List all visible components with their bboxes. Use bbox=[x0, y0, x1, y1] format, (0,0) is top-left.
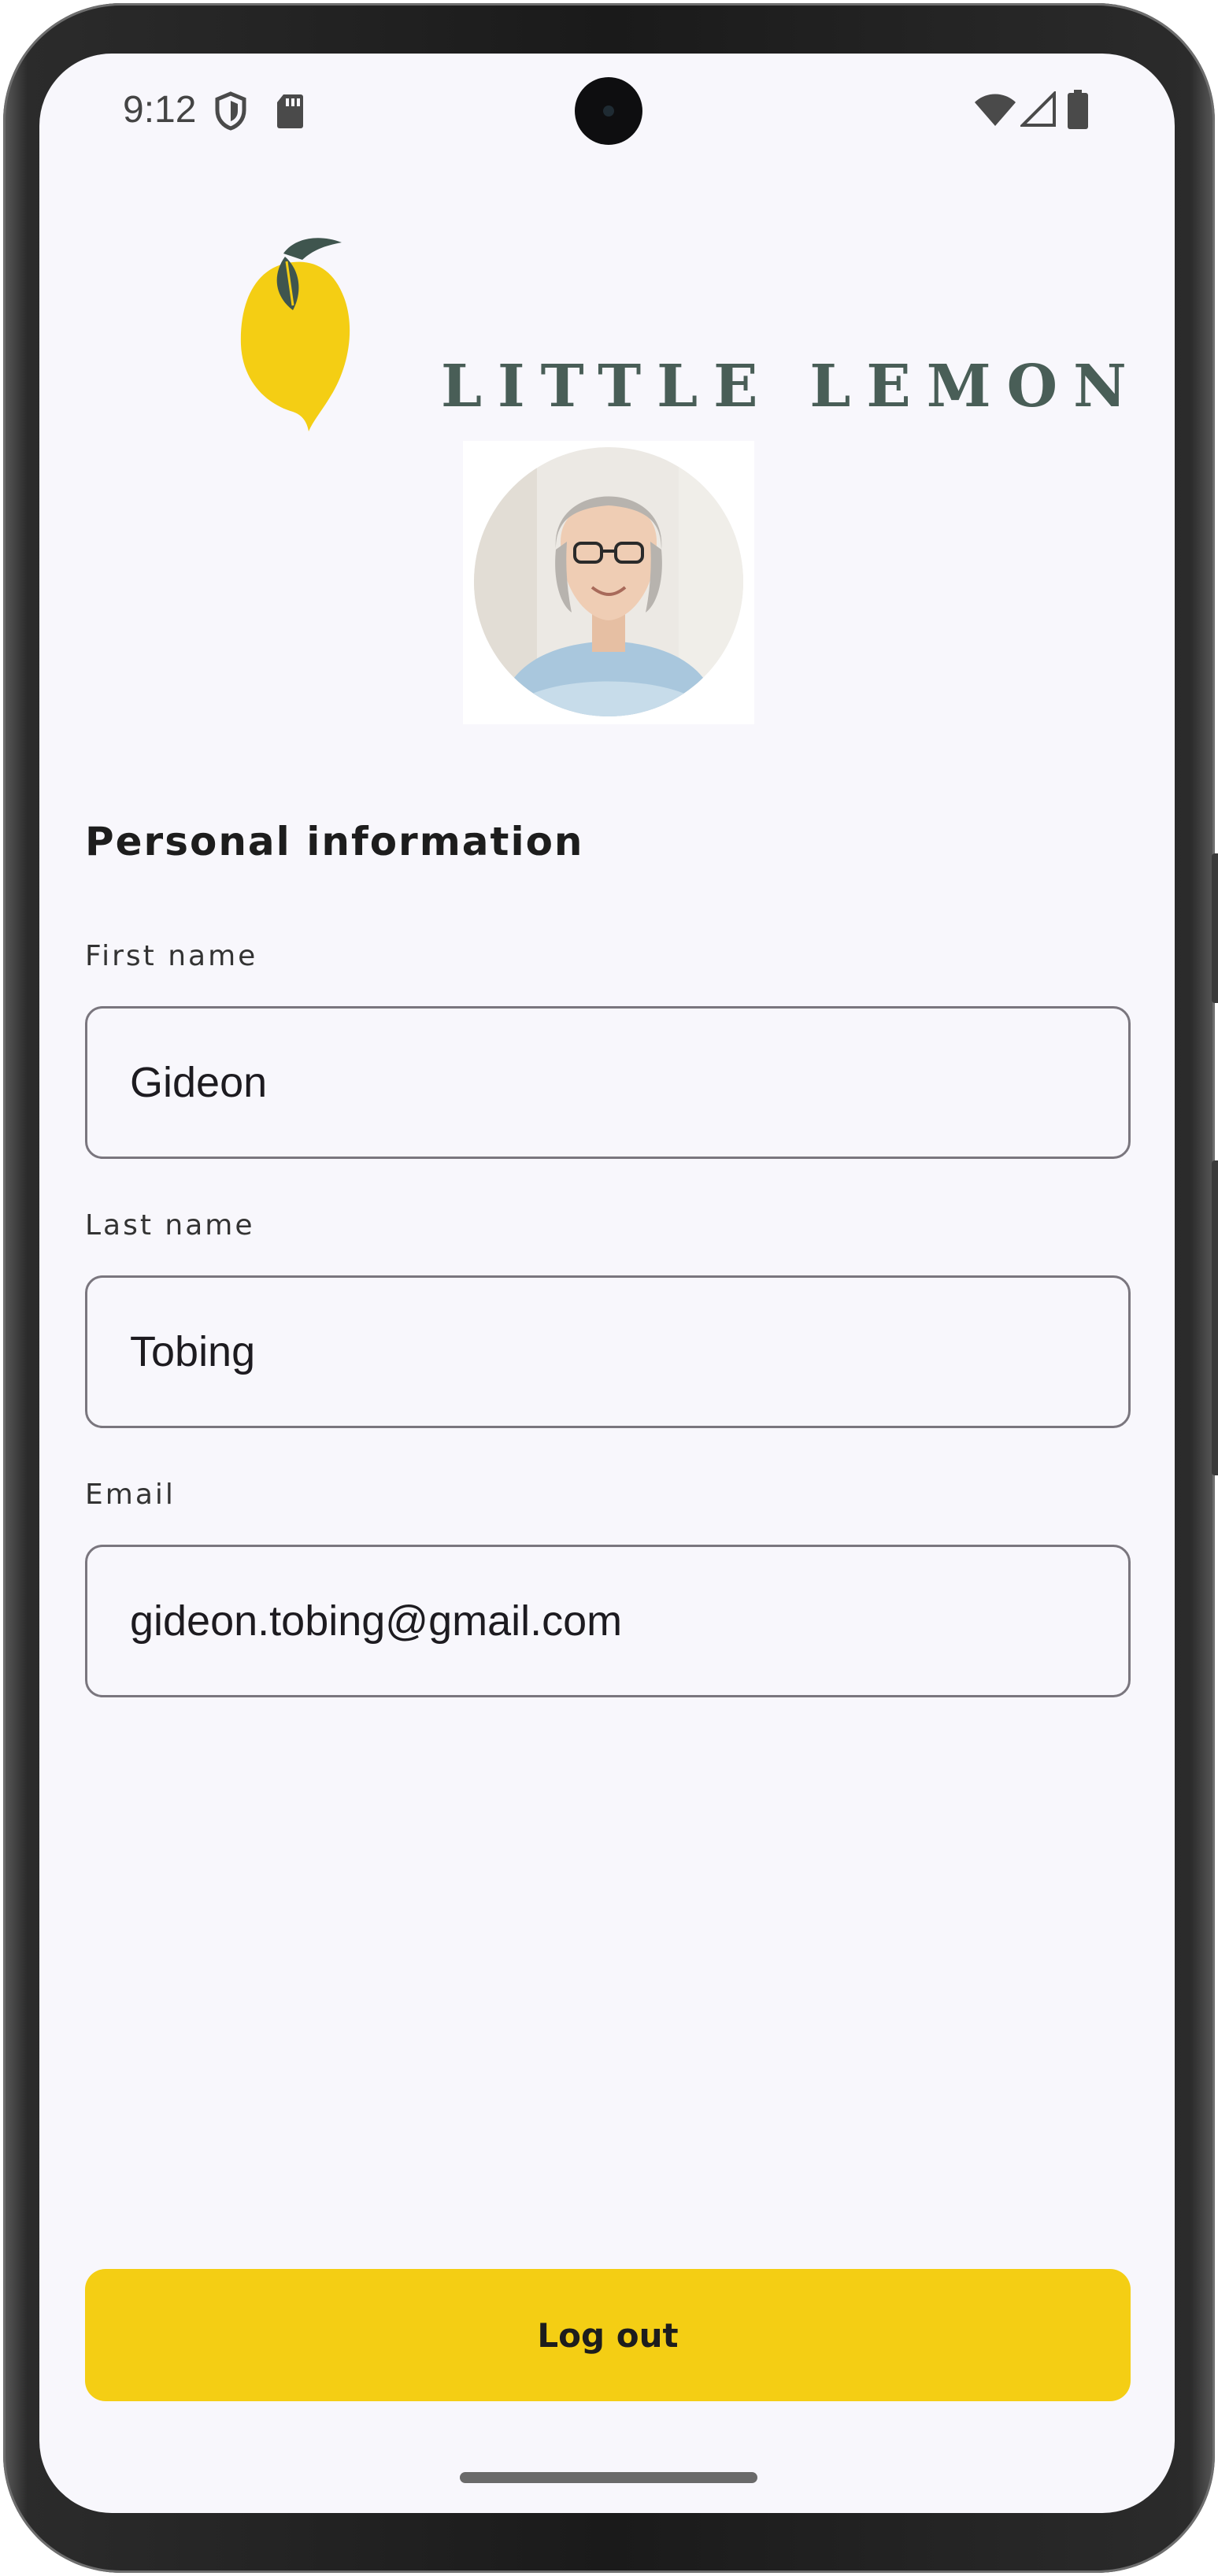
logo-text: LITTLE LEMON bbox=[441, 353, 1142, 420]
phone-frame: 9:12 LITTLE LEMON Personal information F… bbox=[3, 3, 1218, 2573]
last-name-label: Last name bbox=[85, 1209, 255, 1242]
home-indicator[interactable] bbox=[460, 2472, 757, 2483]
sd-card-icon bbox=[276, 93, 304, 133]
email-label: Email bbox=[85, 1479, 176, 1511]
status-time: 9:12 bbox=[123, 89, 197, 131]
battery-icon bbox=[1068, 90, 1088, 133]
first-name-label: First name bbox=[85, 940, 258, 972]
power-button bbox=[1212, 853, 1218, 1003]
lemon-icon bbox=[240, 238, 350, 431]
status-bar: 9:12 bbox=[39, 54, 1175, 172]
email-field[interactable] bbox=[85, 1545, 1131, 1697]
app-screen: 9:12 LITTLE LEMON Personal information F… bbox=[39, 54, 1175, 2513]
front-camera bbox=[575, 77, 642, 145]
volume-button bbox=[1212, 1160, 1218, 1475]
first-name-field[interactable] bbox=[85, 1006, 1131, 1159]
cellular-signal-icon bbox=[1019, 90, 1057, 131]
logout-button[interactable]: Log out bbox=[85, 2269, 1131, 2401]
section-title: Personal information bbox=[85, 819, 584, 864]
wifi-icon bbox=[973, 93, 1017, 131]
shield-icon bbox=[214, 91, 247, 135]
avatar bbox=[474, 447, 743, 716]
profile-picture[interactable] bbox=[463, 441, 754, 724]
last-name-field[interactable] bbox=[85, 1275, 1131, 1428]
